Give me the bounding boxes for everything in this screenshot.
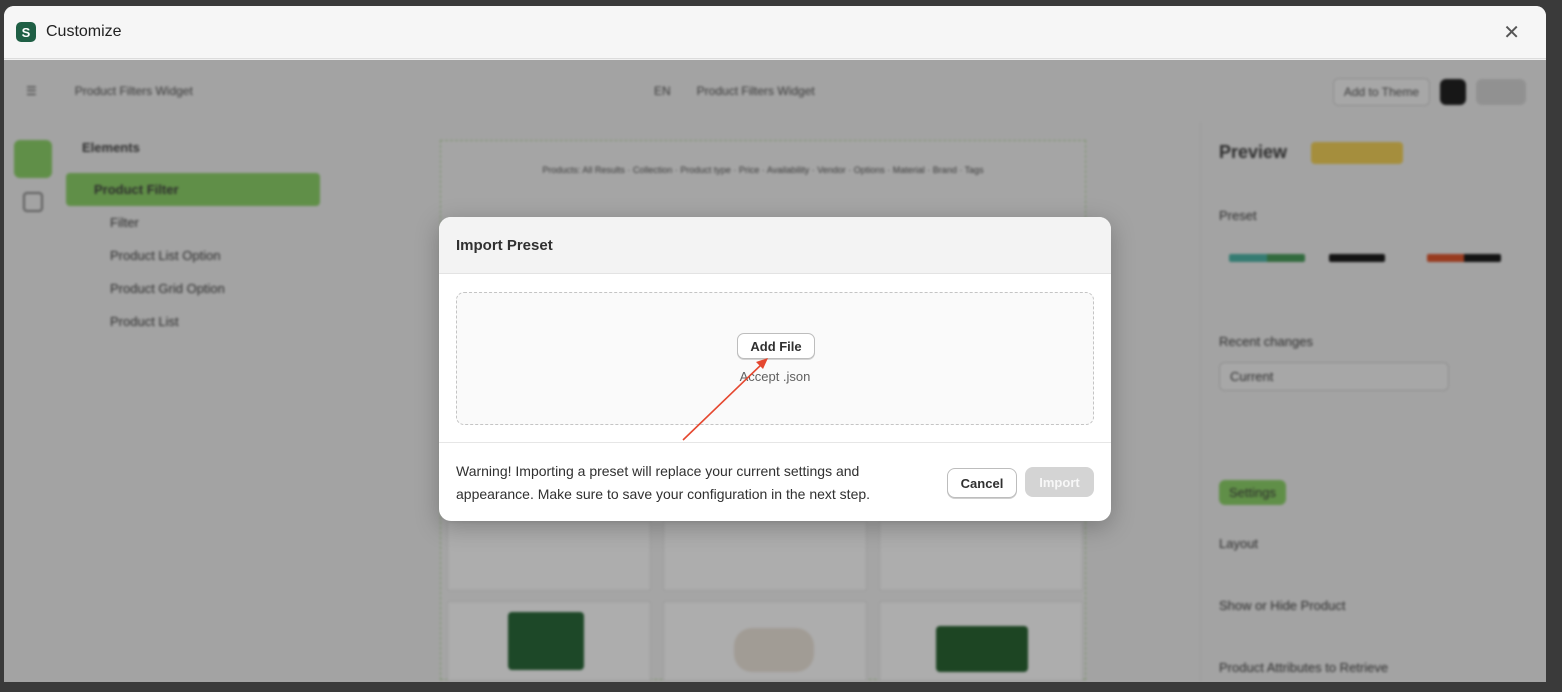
import-preset-modal: Import Preset Add File Accept .json Warn… bbox=[439, 217, 1111, 521]
import-button[interactable]: Import bbox=[1025, 467, 1094, 497]
window-title: Customize bbox=[46, 23, 122, 40]
app-logo-icon: S bbox=[16, 22, 36, 42]
file-dropzone[interactable]: Add File Accept .json bbox=[456, 292, 1094, 425]
warning-text: Warning! Importing a preset will replace… bbox=[456, 463, 871, 502]
title-bar: S Customize ✕ bbox=[4, 6, 1546, 59]
cancel-button[interactable]: Cancel bbox=[947, 468, 1017, 498]
add-file-button[interactable]: Add File bbox=[737, 333, 815, 359]
divider bbox=[439, 442, 1111, 443]
accept-hint: Accept .json bbox=[739, 369, 811, 384]
close-icon[interactable]: ✕ bbox=[1503, 20, 1520, 45]
modal-title: Import Preset bbox=[439, 217, 1111, 274]
